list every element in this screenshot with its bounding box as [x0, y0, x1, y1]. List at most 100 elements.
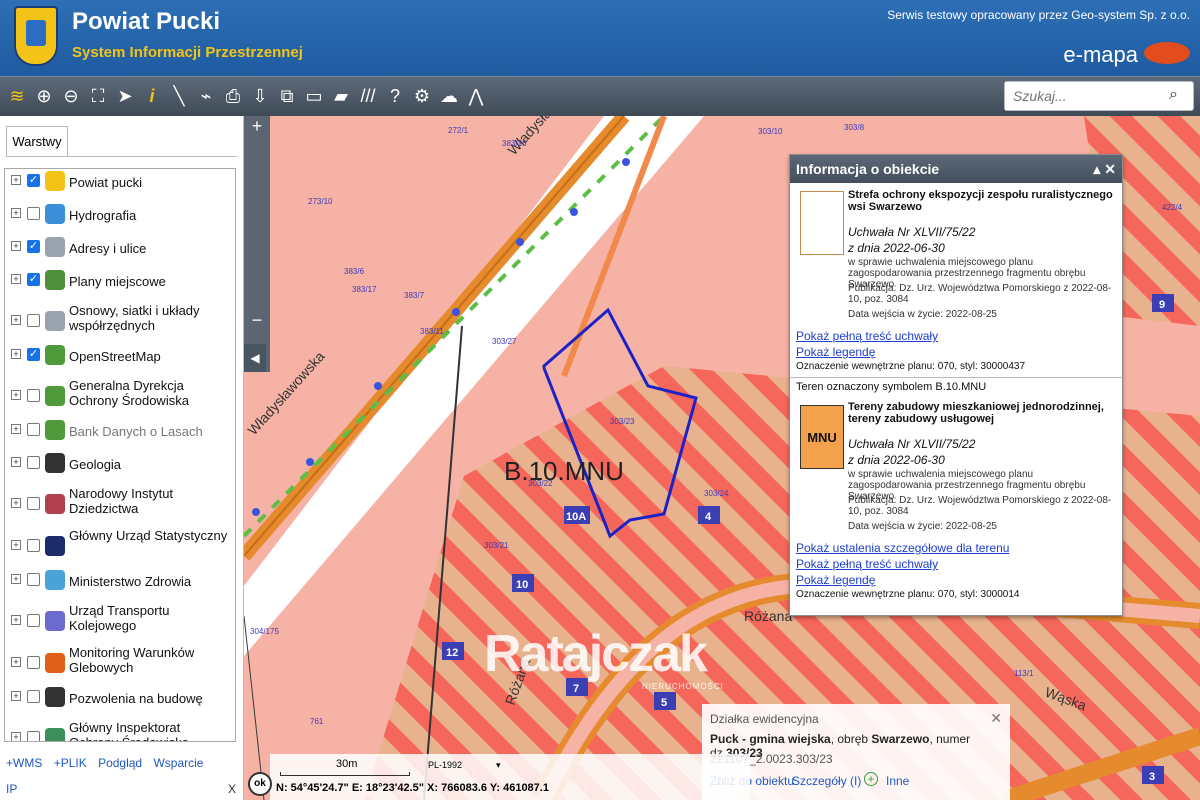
emapa-brand[interactable]: e-mapa [1063, 42, 1138, 68]
expand-icon[interactable]: + [11, 691, 21, 701]
layer-checkbox[interactable] [27, 456, 40, 469]
layer-item[interactable]: + Narodowy Instytut Dziedzictwa [5, 484, 235, 526]
add-icon[interactable]: + [864, 772, 878, 786]
show-details-link[interactable]: Pokaż ustalenia szczegółowe dla terenu [796, 541, 1009, 555]
layer-item[interactable]: + Monitoring Warunków Glebowych [5, 643, 235, 685]
expand-icon[interactable]: + [11, 390, 21, 400]
zoom-out-icon[interactable]: ⊖ [60, 85, 82, 107]
expand-icon[interactable]: + [11, 657, 21, 667]
info-icon[interactable]: i [141, 85, 163, 107]
crs-dropdown-chevron-icon[interactable]: ▾ [496, 760, 501, 771]
layer-item[interactable]: + Ministerstwo Zdrowia [5, 568, 235, 601]
ip-link[interactable]: IP [6, 782, 17, 796]
layer-item[interactable]: + Generalna Dyrekcja Ochrony Środowiska [5, 376, 235, 418]
expand-icon[interactable]: + [11, 498, 21, 508]
hammers-icon [45, 453, 65, 473]
expand-icon[interactable]: + [11, 349, 21, 359]
expand-icon[interactable]: + [11, 615, 21, 625]
other-link[interactable]: Inne [886, 774, 909, 788]
layer-item[interactable]: + Osnowy, siatki i układy współrzędnych [5, 301, 235, 343]
sidebar-close-x[interactable]: X [228, 782, 236, 796]
layer-item[interactable]: + Urząd Transportu Kolejowego [5, 601, 235, 643]
layer-item[interactable]: + Geologia [5, 451, 235, 484]
preview-link[interactable]: Podgląd [98, 756, 142, 770]
add-wms-link[interactable]: +WMS [6, 756, 42, 770]
layer-item[interactable]: + ✓ Powiat pucki [5, 169, 235, 202]
layer-checkbox[interactable]: ✓ [27, 174, 40, 187]
map-canvas[interactable]: B.10.MNU Władysławowska Władysławowska R… [244, 116, 1200, 800]
layer-checkbox[interactable] [27, 314, 40, 327]
expand-icon[interactable]: + [11, 540, 21, 550]
expand-icon[interactable]: + [11, 457, 21, 467]
expand-icon[interactable]: + [11, 732, 21, 741]
layer-checkbox[interactable] [27, 614, 40, 627]
settings-icon[interactable]: ⚙ [411, 85, 433, 107]
layer-checkbox[interactable] [27, 731, 40, 741]
layer-checkbox[interactable] [27, 656, 40, 669]
layer-item[interactable]: + ✓ Plany miejscowe [5, 268, 235, 301]
layer-item[interactable]: + Pozwolenia na budowę [5, 685, 235, 718]
tab-divider [6, 156, 237, 157]
zoom-extent-icon[interactable]: ⛶ [87, 85, 109, 107]
layer-item[interactable]: + Bank Danych o Lasach [5, 418, 235, 451]
search-input[interactable] [1005, 82, 1155, 110]
layer-checkbox[interactable] [27, 539, 40, 552]
help-icon[interactable]: ? [384, 85, 406, 107]
layers-icon[interactable]: ≋ [6, 85, 28, 107]
collapse-sidebar-icon[interactable]: ◀ [244, 344, 266, 372]
layer-checkbox[interactable] [27, 573, 40, 586]
layer-checkbox[interactable]: ✓ [27, 348, 40, 361]
zoom-minus-icon[interactable]: − [244, 310, 270, 331]
show-full-resolution-link-2[interactable]: Pokaż pełną treść uchwały [796, 557, 938, 571]
add-file-link[interactable]: +PLIK [54, 756, 87, 770]
show-legend-link[interactable]: Pokaż legendę [796, 345, 875, 359]
layer-item[interactable]: + ✓ Adresy i ulice [5, 235, 235, 268]
window-icon[interactable]: ▭ [303, 85, 325, 107]
layer-item[interactable]: + ✓ OpenStreetMap [5, 343, 235, 376]
show-full-resolution-link[interactable]: Pokaż pełną treść uchwały [796, 329, 938, 343]
hatch-icon[interactable]: /// [357, 85, 379, 107]
layer-label: Urząd Transportu Kolejowego [69, 603, 170, 633]
export-icon[interactable]: ⧉ [276, 85, 298, 107]
expand-icon[interactable]: + [11, 208, 21, 218]
layer-checkbox[interactable] [27, 497, 40, 510]
expand-icon[interactable]: + [11, 274, 21, 284]
show-legend-link-2[interactable]: Pokaż legendę [796, 573, 875, 587]
layer-checkbox[interactable] [27, 389, 40, 402]
layer-checkbox[interactable] [27, 423, 40, 436]
shape-icon[interactable]: ▰ [330, 85, 352, 107]
expand-icon[interactable]: + [11, 241, 21, 251]
parcel-info-close-icon[interactable]: ✕ [990, 710, 1002, 727]
tab-layers[interactable]: Warstwy [6, 126, 68, 156]
select-pointer-icon[interactable]: ➤ [114, 85, 136, 107]
layer-checkbox[interactable]: ✓ [27, 273, 40, 286]
measure-area-icon[interactable]: ⌁ [195, 85, 217, 107]
support-link[interactable]: Wsparcie [153, 756, 203, 770]
ok-button[interactable]: ok [248, 772, 272, 796]
layer-checkbox[interactable] [27, 690, 40, 703]
layer-label: Główny Inspektorat Ochrony Środowiska [69, 720, 189, 741]
search-icon[interactable]: ⌕ [1169, 86, 1187, 104]
layer-checkbox[interactable] [27, 207, 40, 220]
expand-icon[interactable]: + [11, 315, 21, 325]
item2-title: Tereny zabudowy mieszkaniowej jednorodzi… [848, 401, 1104, 425]
layer-item[interactable]: + Główny Inspektorat Ochrony Środowiska [5, 718, 235, 741]
item1-date: z dnia 2022-06-30 [848, 241, 945, 255]
layer-item[interactable]: + Główny Urząd Statystyczny [5, 526, 235, 568]
layer-checkbox[interactable]: ✓ [27, 240, 40, 253]
cloud-icon[interactable]: ☁ [438, 85, 460, 107]
crs-label[interactable]: PL-1992 [428, 760, 462, 770]
zoom-in-icon[interactable]: ⊕ [33, 85, 55, 107]
zoom-slider[interactable]: + − [244, 116, 270, 372]
parcel-details-link[interactable]: Szczegóły (I) [792, 774, 861, 788]
measure-line-icon[interactable]: ╲ [168, 85, 190, 107]
layer-item[interactable]: + Hydrografia [5, 202, 235, 235]
expand-icon[interactable]: + [11, 175, 21, 185]
expand-icon[interactable]: + [11, 424, 21, 434]
expand-icon[interactable]: + [11, 574, 21, 584]
print-icon[interactable]: ⎙ [222, 85, 244, 107]
popup-close-icon[interactable]: ▴ ✕ [1093, 155, 1116, 183]
download-icon[interactable]: ⇩ [249, 85, 271, 107]
road-icon[interactable]: ⋀ [465, 85, 487, 107]
zoom-plus-icon[interactable]: + [244, 116, 270, 137]
